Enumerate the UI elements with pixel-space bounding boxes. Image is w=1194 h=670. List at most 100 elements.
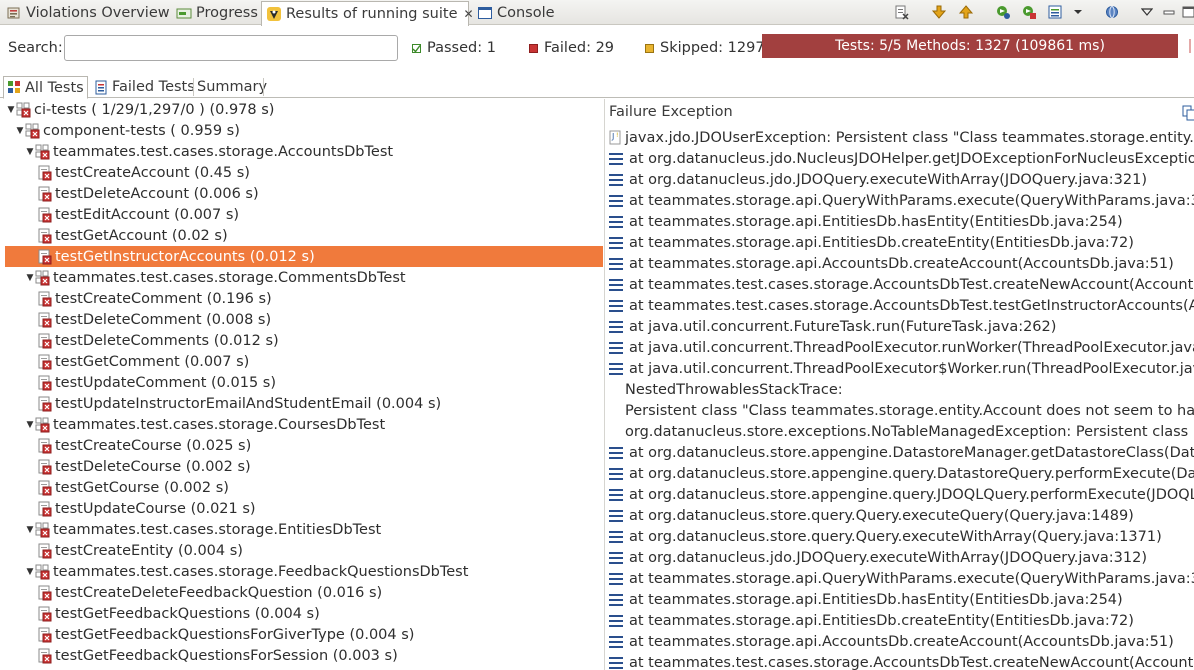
test-method-row[interactable]: testDeleteComments (0.012 s) [0, 330, 604, 351]
rerun-icon[interactable] [994, 3, 1012, 21]
tab-summary[interactable]: Summary [194, 76, 270, 98]
minimize-icon[interactable] [1160, 3, 1178, 21]
test-class-row[interactable]: ▼ teammates.test.cases.storage.EntitiesDb… [0, 519, 604, 540]
test-method-row[interactable]: testEditAccount (0.007 s) [0, 204, 604, 225]
globe-icon[interactable] [1103, 3, 1121, 21]
test-class-row[interactable]: ▼ teammates.test.cases.storage.AccountsDb… [0, 141, 604, 162]
stack-trace-line[interactable]: at teammates.storage.api.EntitiesDb.hasE… [605, 589, 1123, 610]
tree-item-label: testCreateComment (0.196 s) [55, 290, 272, 307]
test-method-row[interactable]: testUpdateComment (0.015 s) [0, 372, 604, 393]
skipped-count: Skipped: 1297 [645, 40, 765, 56]
stack-trace-line[interactable]: at org.datanucleus.store.query.Query.exe… [605, 526, 1162, 547]
stack-trace-line[interactable]: at java.util.concurrent.ThreadPoolExecut… [605, 337, 1194, 358]
test-method-row[interactable]: testGetFeedbackQuestionsForGiverType (0.… [0, 624, 604, 645]
stack-trace-line[interactable]: at java.util.concurrent.ThreadPoolExecut… [605, 358, 1194, 379]
stack-trace-line[interactable]: at teammates.storage.api.AccountsDb.crea… [605, 253, 1174, 274]
tab-all-tests[interactable]: All Tests [3, 76, 88, 99]
test-method-row[interactable]: testCreateCourse (0.025 s) [0, 435, 604, 456]
stack-trace-line[interactable]: at teammates.storage.api.QueryWithParams… [605, 190, 1194, 211]
stack-trace-line[interactable]: at org.datanucleus.jdo.JDOQuery.executeW… [605, 169, 1147, 190]
test-method-row[interactable]: testDeleteCourse (0.002 s) [0, 456, 604, 477]
failed-count: Failed: 29 [529, 40, 614, 56]
failed-suite-icon [25, 123, 41, 139]
expand-toggle-icon[interactable]: ▼ [25, 141, 35, 162]
stack-frame-icon [609, 656, 623, 670]
failed-suite-icon [16, 102, 32, 118]
stack-trace-line[interactable]: at teammates.storage.api.QueryWithParams… [605, 568, 1194, 589]
stack-trace-line[interactable]: at org.datanucleus.store.appengine.Datas… [605, 442, 1194, 463]
maximize-icon[interactable] [1180, 3, 1194, 21]
expand-toggle-icon[interactable]: ▼ [6, 99, 16, 120]
test-method-row[interactable]: testGetInstructorAccounts (0.012 s) [5, 246, 603, 267]
copy-icon[interactable] [1182, 105, 1194, 121]
expand-toggle-icon[interactable]: ▼ [25, 267, 35, 288]
test-method-row[interactable]: testCreateComment (0.196 s) [0, 288, 604, 309]
progress-bar-edge [1189, 39, 1194, 53]
stack-trace-line[interactable]: Persistent class "Class teammates.storag… [605, 400, 1194, 421]
test-method-row[interactable]: testDeleteComment (0.008 s) [0, 309, 604, 330]
stack-trace-line[interactable]: J! javax.jdo.JDOUserException: Persistent… [605, 127, 1194, 148]
stack-trace-line[interactable]: at teammates.storage.api.EntitiesDb.hasE… [605, 211, 1123, 232]
console-icon [477, 5, 493, 21]
history-icon[interactable] [1046, 3, 1064, 21]
tree-item-label: teammates.test.cases.storage.EntitiesDbT… [53, 521, 382, 538]
stack-trace-text: at teammates.storage.api.EntitiesDb.crea… [629, 234, 1134, 251]
stack-trace-line[interactable]: at org.datanucleus.jdo.NucleusJDOHelper.… [605, 148, 1194, 169]
stack-trace-line[interactable]: NestedThrowablesStackTrace: [605, 379, 843, 400]
stack-trace-line[interactable]: at org.datanucleus.jdo.JDOQuery.executeW… [605, 547, 1147, 568]
test-method-row[interactable]: testCreateEntity (0.004 s) [0, 540, 604, 561]
stack-trace-line[interactable]: at teammates.test.cases.storage.Accounts… [605, 652, 1194, 670]
failure-exception-pane: Failure Exception J! javax.jdo.JDOUserExc… [605, 99, 1194, 670]
rerun-failed-icon[interactable] [1020, 3, 1038, 21]
view-menu-icon[interactable] [1138, 3, 1156, 21]
chevron-down-icon[interactable] [1069, 3, 1087, 21]
test-suite-row[interactable]: ▼ ci-tests ( 1/29/1,297/0 ) (0.978 s) [0, 99, 604, 120]
stack-trace-line[interactable]: at teammates.test.cases.storage.Accounts… [605, 274, 1194, 295]
stack-trace-line[interactable]: at teammates.storage.api.AccountsDb.crea… [605, 631, 1174, 652]
clear-icon[interactable] [893, 3, 911, 21]
stack-trace-line[interactable]: org.datanucleus.store.exceptions.NoTable… [605, 421, 1194, 442]
expand-toggle-icon[interactable]: ▼ [25, 561, 35, 582]
tab-results-of-running-suite[interactable]: Results of running suite ✕ [261, 1, 474, 26]
failed-test-icon [37, 438, 53, 454]
test-suite-row[interactable]: ▼ component-tests ( 0.959 s) [0, 120, 604, 141]
stack-trace-text: at java.util.concurrent.ThreadPoolExecut… [629, 339, 1194, 356]
stack-trace-line[interactable]: at org.datanucleus.store.appengine.query… [605, 463, 1194, 484]
previous-failure-icon[interactable] [957, 3, 975, 21]
stack-trace-line[interactable]: at org.datanucleus.store.query.Query.exe… [605, 505, 1134, 526]
tab-violations-overview[interactable]: Violations Overview [2, 1, 170, 25]
tab-progress[interactable]: Progress [172, 1, 258, 25]
stack-trace-text: at java.util.concurrent.ThreadPoolExecut… [629, 360, 1194, 377]
test-method-row[interactable]: testGetFeedbackQuestions (0.004 s) [0, 603, 604, 624]
test-class-row[interactable]: ▼ teammates.test.cases.storage.CommentsDb… [0, 267, 604, 288]
tree-item-label: testCreateDeleteFeedbackQuestion (0.016 … [55, 584, 383, 601]
stack-trace-line[interactable]: at teammates.storage.api.EntitiesDb.crea… [605, 610, 1134, 631]
expand-toggle-icon[interactable]: ▼ [15, 120, 25, 141]
test-method-row[interactable]: testGetFeedbackQuestionsForSession (0.00… [0, 645, 604, 666]
stack-frame-icon [609, 593, 623, 607]
stack-trace-line[interactable]: at teammates.storage.api.EntitiesDb.crea… [605, 232, 1134, 253]
test-method-row[interactable]: testCreateDeleteFeedbackQuestion (0.016 … [0, 582, 604, 603]
passed-icon [412, 43, 421, 53]
next-failure-icon[interactable] [930, 3, 948, 21]
failed-test-icon [37, 333, 53, 349]
tab-console[interactable]: Console [473, 1, 555, 25]
stack-trace-line[interactable]: at org.datanucleus.store.appengine.query… [605, 484, 1194, 505]
tab-failed-tests[interactable]: Failed Tests [91, 76, 198, 98]
test-method-row[interactable]: testUpdateInstructorEmailAndStudentEmail… [0, 393, 604, 414]
search-input[interactable] [64, 35, 398, 61]
stack-trace-line[interactable]: at java.util.concurrent.FutureTask.run(F… [605, 316, 1056, 337]
stack-frame-icon [609, 299, 623, 313]
test-method-row[interactable]: testGetComment (0.007 s) [0, 351, 604, 372]
stack-trace-line[interactable]: at teammates.test.cases.storage.Accounts… [605, 295, 1194, 316]
stack-trace-text: at org.datanucleus.store.appengine.query… [629, 486, 1194, 503]
test-method-row[interactable]: testGetAccount (0.02 s) [0, 225, 604, 246]
test-method-row[interactable]: testUpdateCourse (0.021 s) [0, 498, 604, 519]
expand-toggle-icon[interactable]: ▼ [25, 519, 35, 540]
test-method-row[interactable]: testDeleteAccount (0.006 s) [0, 183, 604, 204]
test-class-row[interactable]: ▼ teammates.test.cases.storage.FeedbackQu… [0, 561, 604, 582]
test-method-row[interactable]: testCreateAccount (0.45 s) [0, 162, 604, 183]
expand-toggle-icon[interactable]: ▼ [25, 414, 35, 435]
test-method-row[interactable]: testGetCourse (0.002 s) [0, 477, 604, 498]
test-class-row[interactable]: ▼ teammates.test.cases.storage.CoursesDbT… [0, 414, 604, 435]
